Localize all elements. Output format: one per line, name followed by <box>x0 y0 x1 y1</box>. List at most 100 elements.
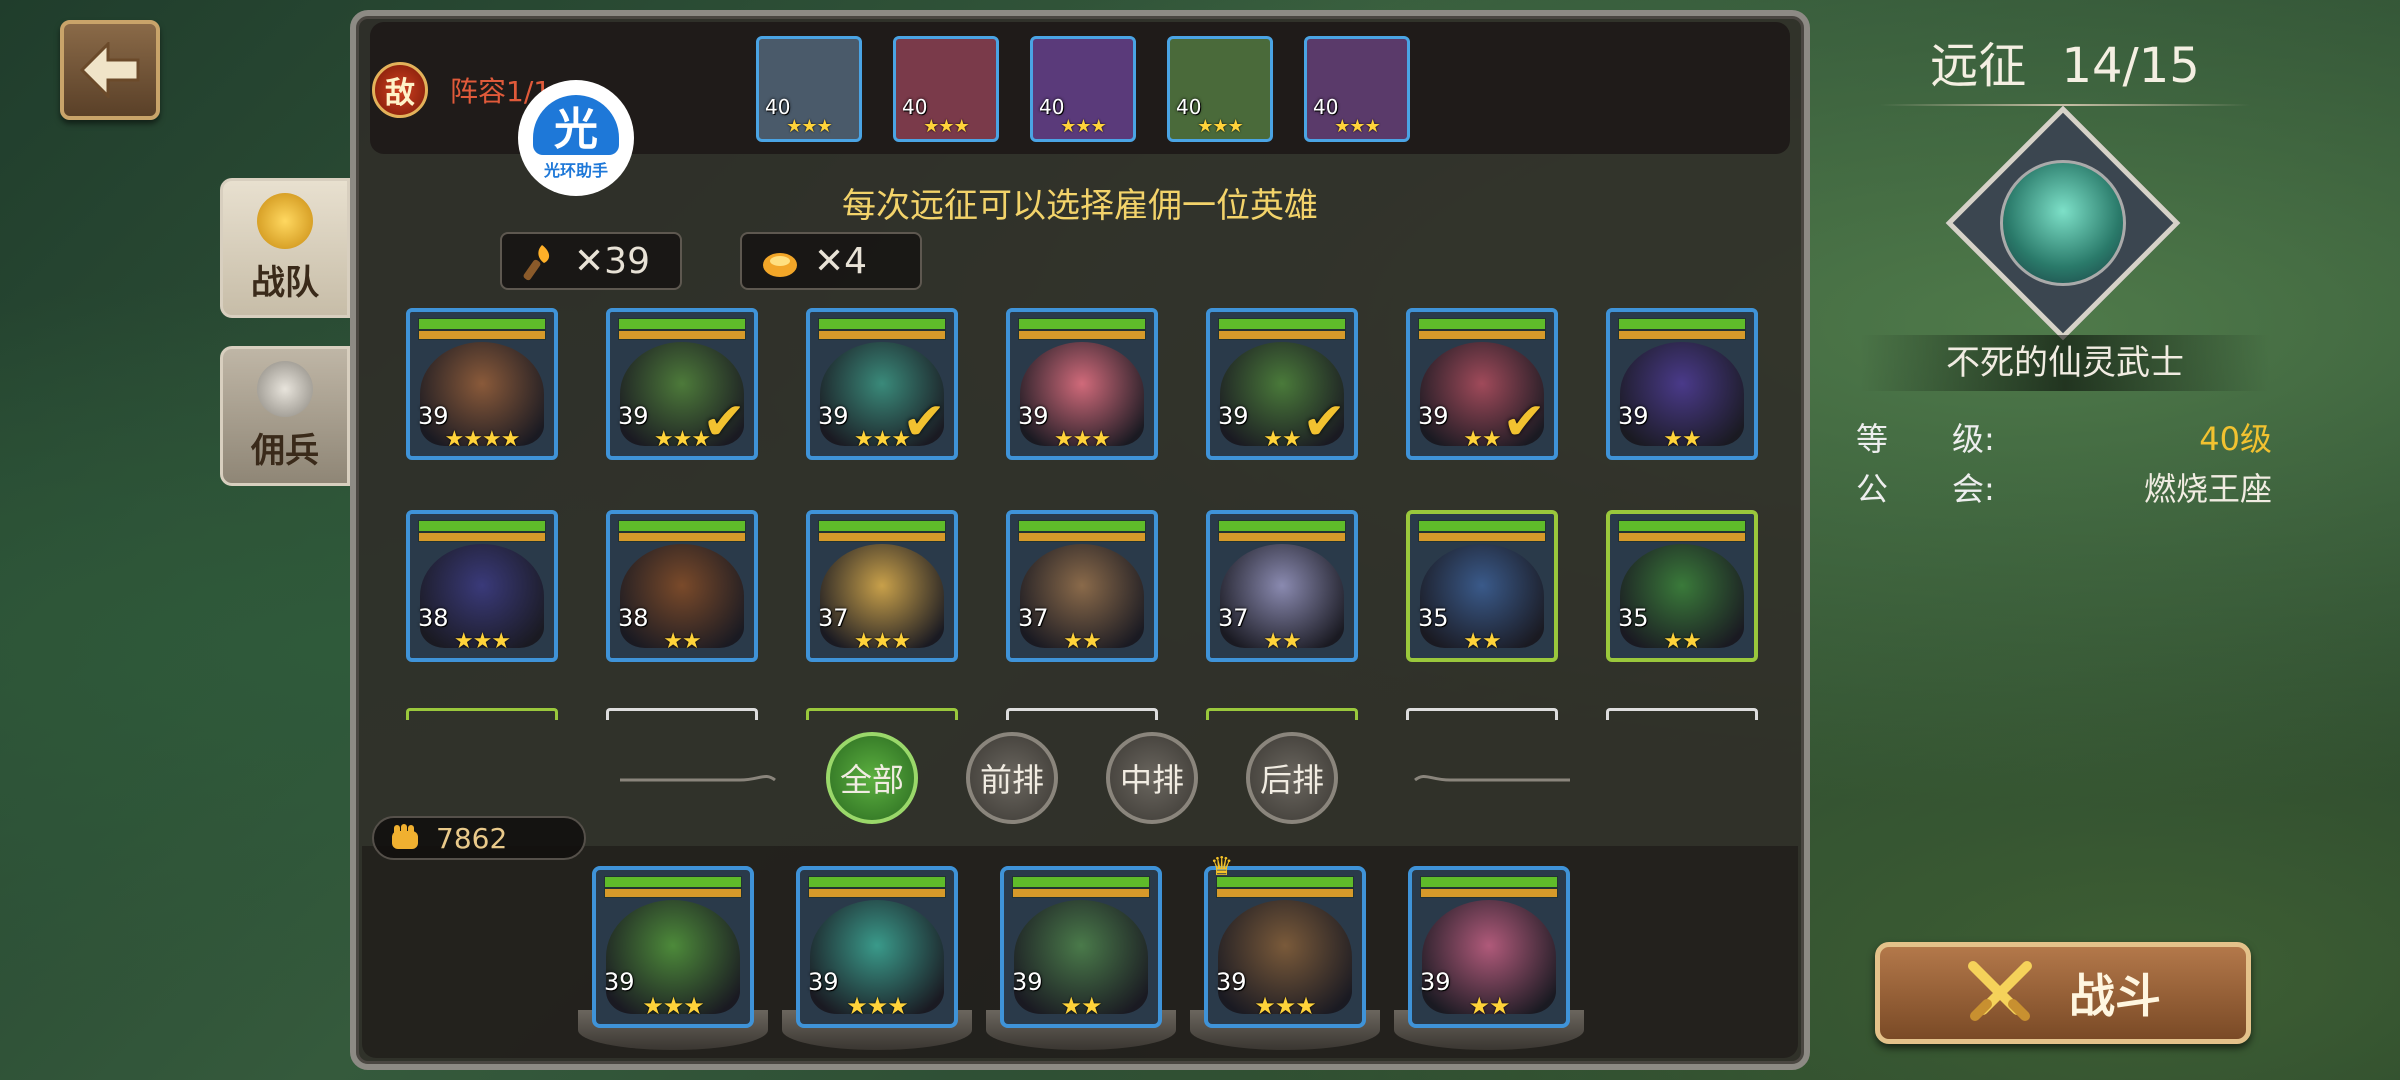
title-divider <box>1880 104 2250 106</box>
torch-icon <box>523 245 550 281</box>
roster-hero-partial[interactable] <box>1406 708 1558 720</box>
roster-hero[interactable]: 39 ★★★ <box>1006 308 1158 460</box>
roster-hero[interactable]: 38 ★★★ <box>406 510 558 662</box>
filter-button[interactable]: 中排 <box>1106 732 1198 824</box>
roster-hero[interactable]: 35 ★★ <box>1606 510 1758 662</box>
helmet-icon <box>257 192 313 249</box>
enemy-hero[interactable]: 40 ★★★ <box>1030 36 1136 142</box>
roster-hero[interactable]: 39 ★★★★ <box>406 308 558 460</box>
roster-hero[interactable]: 35 ★★ <box>1406 510 1558 662</box>
hp-bar <box>604 876 742 888</box>
roster-hero[interactable]: 37 ★★ <box>1206 510 1358 662</box>
hero-level: 39 <box>1618 402 1649 430</box>
roster-hero[interactable]: 39 ★★★ ✔ <box>606 308 758 460</box>
roster-hero-partial[interactable] <box>806 708 958 720</box>
tab-team[interactable]: 战队 <box>220 178 350 318</box>
right-flourish <box>1414 774 1570 782</box>
roster-hero-partial[interactable] <box>606 708 758 720</box>
fight-label: 战斗 <box>2069 969 2161 1023</box>
hp-bar <box>1018 318 1146 330</box>
hero-level: 39 <box>808 968 839 996</box>
torch-resource: ✕39 <box>500 232 682 290</box>
energy-bar <box>818 330 946 340</box>
energy-bar <box>1420 888 1558 898</box>
roster-hero[interactable]: 39 ★★★ ✔ <box>806 308 958 460</box>
hero-stars: ★★★ <box>1254 992 1317 1020</box>
back-button[interactable] <box>60 20 160 120</box>
hp-bar <box>618 520 746 532</box>
team-hero[interactable]: 39 ★★ <box>1408 866 1570 1028</box>
potion-resource: ✕4 <box>740 232 922 290</box>
power-value: 7862 <box>436 821 508 855</box>
selected-check-icon: ✔ <box>902 392 946 452</box>
enemy-hero-stars: ★★★ <box>1334 116 1380 137</box>
energy-bar <box>818 532 946 542</box>
hero-level: 38 <box>418 604 449 632</box>
roster-hero[interactable]: 39 ★★ ✔ <box>1206 308 1358 460</box>
selected-check-icon: ✔ <box>702 392 746 452</box>
roster-hero-partial[interactable] <box>406 708 558 720</box>
filter-button[interactable]: 后排 <box>1246 732 1338 824</box>
team-hero[interactable]: 39 ★★★ <box>592 866 754 1028</box>
roster-hero[interactable]: 39 ★★ ✔ <box>1406 308 1558 460</box>
team-hero[interactable]: 39 ★★★ <box>796 866 958 1028</box>
hero-level: 39 <box>418 402 449 430</box>
enemy-hero[interactable]: 40 ★★★ <box>756 36 862 142</box>
hero-level: 37 <box>1018 604 1049 632</box>
hp-bar <box>808 876 946 888</box>
energy-bar <box>604 888 742 898</box>
fight-button[interactable]: 战斗 <box>1875 942 2251 1044</box>
enemy-hero-stars: ★★★ <box>1197 116 1243 137</box>
back-arrow-icon <box>79 42 140 98</box>
roster-hero-partial[interactable] <box>1606 708 1758 720</box>
hero-level: 35 <box>1618 604 1649 632</box>
roster-hero[interactable]: 37 ★★ <box>1006 510 1158 662</box>
energy-bar <box>1418 330 1546 340</box>
hero-stars: ★★ <box>1463 427 1501 452</box>
roster-hero[interactable]: 37 ★★★ <box>806 510 958 662</box>
level-value: 40级 <box>2199 420 2272 458</box>
hp-bar <box>1012 876 1150 888</box>
fist-icon <box>392 824 418 849</box>
hero-stars: ★★★ <box>1053 427 1111 452</box>
hero-level: 39 <box>1418 402 1449 430</box>
energy-bar <box>418 532 546 542</box>
energy-bar <box>618 532 746 542</box>
hp-bar <box>818 318 946 330</box>
team-hero[interactable]: 39 ★★★ <box>1204 866 1366 1028</box>
hp-bar <box>1420 876 1558 888</box>
team-hero[interactable]: 39 ★★ <box>1000 866 1162 1028</box>
energy-bar <box>1618 532 1746 542</box>
roster-hero[interactable]: 38 ★★ <box>606 510 758 662</box>
hero-stars: ★★ <box>1060 992 1102 1020</box>
energy-bar <box>418 330 546 340</box>
hero-level: 39 <box>818 402 849 430</box>
tab-mercenary[interactable]: 佣兵 <box>220 346 350 486</box>
energy-bar <box>808 888 946 898</box>
enemy-hero[interactable]: 40 ★★★ <box>1304 36 1410 142</box>
hero-level: 39 <box>1216 968 1247 996</box>
roster-hero-partial[interactable] <box>1006 708 1158 720</box>
boss-portrait[interactable] <box>2000 160 2126 286</box>
filter-button[interactable]: 前排 <box>966 732 1058 824</box>
knight-helmet-icon <box>257 360 313 417</box>
roster-hero-partial[interactable] <box>1206 708 1358 720</box>
energy-bar <box>1216 888 1354 898</box>
hero-stars: ★★★ <box>846 992 909 1020</box>
tab-mercenary-label: 佣兵 <box>251 430 319 471</box>
enemy-hero[interactable]: 40 ★★★ <box>1167 36 1273 142</box>
notice-text: 每次远征可以选择雇佣一位英雄 <box>842 186 1318 226</box>
enemy-hero[interactable]: 40 ★★★ <box>893 36 999 142</box>
roster-hero[interactable]: 39 ★★ <box>1606 308 1758 460</box>
left-flourish <box>620 774 776 782</box>
hero-stars: ★★ <box>1463 629 1501 654</box>
energy-bar <box>1218 532 1346 542</box>
hero-level: 39 <box>604 968 635 996</box>
energy-bar <box>618 330 746 340</box>
hp-bar <box>1618 520 1746 532</box>
hero-stars: ★★ <box>1063 629 1101 654</box>
hp-bar <box>1418 318 1546 330</box>
filter-button[interactable]: 全部 <box>826 732 918 824</box>
level-key-a: 等 <box>1856 420 1889 458</box>
level-key-b: 级: <box>1952 420 1995 458</box>
